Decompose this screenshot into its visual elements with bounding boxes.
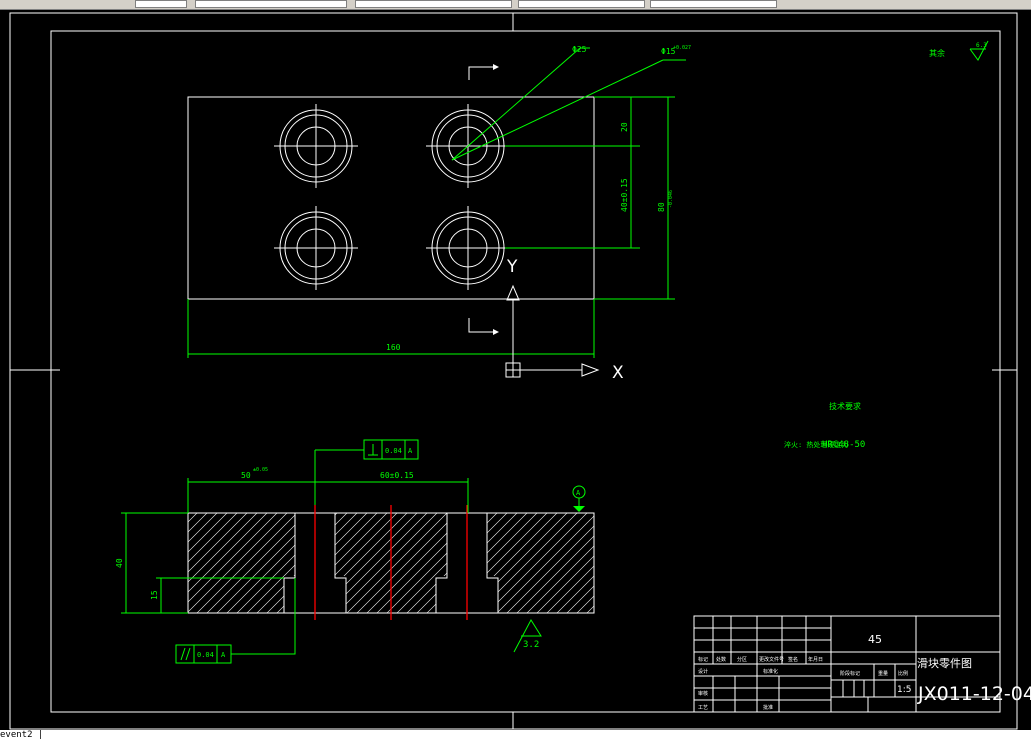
dim-y-80-tol: -0.046	[668, 190, 674, 208]
hole-bottom-right	[426, 206, 510, 290]
top-view	[187, 64, 595, 335]
technical-notes: 技术要求 淬火: 热处理硬度为 HRC48-50	[784, 401, 865, 450]
dim-x-50-tol: ±0.05	[253, 467, 268, 473]
hole-bottom-left	[274, 206, 358, 290]
dim-h-40: 40	[115, 558, 124, 568]
notes-title: 技术要求	[829, 401, 861, 411]
svg-text:审核: 审核	[698, 690, 708, 697]
perpendicularity-frame: 0.04 A	[363, 439, 419, 460]
svg-text:6.3: 6.3	[976, 42, 987, 49]
notes-line1-value: HRC48-50	[822, 440, 865, 450]
dim-x-50: 50	[241, 471, 251, 480]
parallelism-frame: 0.04 A	[175, 644, 232, 664]
dim-x-160: 160	[386, 343, 401, 352]
section-view	[187, 505, 595, 620]
dim-y-20: 20	[620, 122, 629, 132]
svg-text:更改文件号: 更改文件号	[759, 656, 784, 663]
top-view-outline	[187, 96, 595, 300]
dim-y-40: 40±0.15	[620, 178, 629, 212]
par-datum: A	[221, 651, 226, 659]
part-name: 滑块零件图	[917, 657, 972, 670]
datum-a-symbol: A	[572, 485, 586, 512]
section-mark-top	[468, 66, 493, 80]
axis-label-y: Y	[506, 257, 518, 277]
title-block: 标记 处数 分区 更改文件号 签名 年月日 设计 标准化 审核 工艺 批准 阶段…	[693, 615, 1031, 713]
svg-text:分区: 分区	[737, 656, 747, 663]
axis-label-x: X	[612, 363, 624, 383]
svg-text:工艺: 工艺	[698, 705, 708, 711]
svg-text:其余: 其余	[929, 48, 945, 58]
svg-text:标记: 标记	[698, 656, 708, 663]
svg-text:阶段标记: 阶段标记	[840, 670, 860, 677]
dim-hole-15-tol: +0.027	[673, 45, 691, 51]
svg-text:比例: 比例	[898, 670, 908, 677]
top-view-dimensions: Φ25 Φ15 +0.027 20 40±0.15 80 -0.046 160	[187, 45, 691, 358]
svg-text:标准化: 标准化	[763, 668, 778, 675]
dim-h-15: 15	[150, 590, 159, 600]
ucs-axis-icon: Y X	[505, 257, 624, 383]
par-value: 0.04	[197, 651, 214, 659]
hole-top-left	[274, 104, 358, 188]
svg-text:3.2: 3.2	[523, 640, 539, 650]
svg-text:A: A	[576, 489, 581, 497]
svg-text:设计: 设计	[698, 668, 708, 675]
section-mark-bottom	[468, 318, 493, 333]
roughness-symbol-bottom: 3.2	[513, 619, 542, 653]
drawing-canvas[interactable]: Φ25 Φ15 +0.027 20 40±0.15 80 -0.046 160 …	[0, 0, 1031, 740]
dim-hole-25: Φ25	[572, 45, 587, 54]
dim-x-60: 60±0.15	[380, 471, 414, 480]
roughness-corner: 其余 6.3	[929, 40, 989, 61]
dim-y-80: 80	[657, 202, 666, 212]
svg-text:处数: 处数	[716, 656, 726, 663]
drawing-number: JX011-12-04	[917, 683, 1031, 705]
scale-value: 1:5	[897, 685, 911, 695]
command-line[interactable]: event2 |	[0, 730, 1031, 740]
svg-text:签名: 签名	[788, 656, 798, 663]
svg-text:年月日: 年月日	[808, 656, 823, 663]
material-value: 45	[868, 633, 882, 646]
perp-value: 0.04	[385, 447, 402, 455]
svg-text:重量: 重量	[878, 670, 888, 677]
svg-text:批准: 批准	[763, 704, 773, 711]
perp-datum: A	[408, 447, 413, 455]
